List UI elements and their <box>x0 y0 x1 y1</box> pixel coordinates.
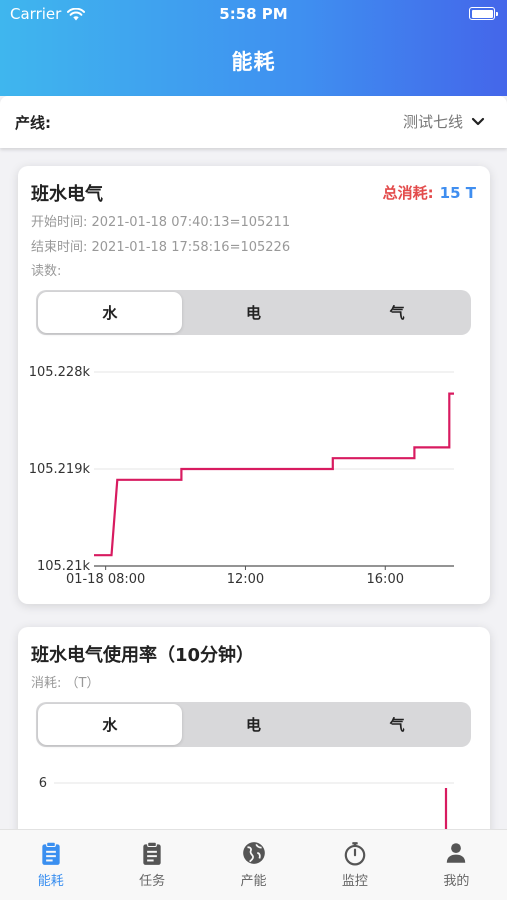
status-time: 5:58 PM <box>219 5 288 23</box>
utility-segmented-control[interactable]: 水 电 气 <box>36 290 471 335</box>
stopwatch-icon <box>344 842 366 866</box>
segment-water[interactable]: 水 <box>38 292 182 333</box>
clipboard-icon <box>42 841 60 865</box>
reading-label: 读数: <box>31 264 62 279</box>
end-time: 结束时间: 2021-01-18 17:58:16=105226 <box>31 240 291 255</box>
total-consumption-value: 15 T <box>439 184 476 202</box>
person-icon <box>447 843 466 863</box>
globe-icon <box>242 842 265 864</box>
bottom-tab-bar: 能耗 任务 产能 监控 我的 <box>0 829 507 900</box>
series-line <box>94 392 454 557</box>
tab-label-energy: 能耗 <box>37 874 64 889</box>
tab-capacity[interactable]: 产能 <box>203 830 304 900</box>
tab-profile[interactable]: 我的 <box>406 830 507 900</box>
chevron-down-icon <box>471 117 485 125</box>
production-line-selector[interactable]: 产线: 测试七线 <box>0 96 507 148</box>
tab-label-tasks: 任务 <box>139 874 166 889</box>
production-line-label: 产线: <box>15 114 51 132</box>
meter-reading-chart: 105.21k105.219k105.228k01-18 08:00 12:00 1… <box>29 365 454 587</box>
y-tick-label: 6 <box>39 776 47 791</box>
segment-electricity[interactable]: 电 <box>182 292 326 333</box>
card-title: 班水电气 <box>31 184 103 205</box>
status-bar: Carrier 5:58 PM <box>0 0 507 28</box>
x-tick-label: 12:00 <box>227 572 264 587</box>
tab-monitor[interactable]: 监控 <box>304 830 405 900</box>
tab-label-capacity: 产能 <box>240 874 267 889</box>
segment-gas[interactable]: 气 <box>325 704 469 745</box>
app-header: Carrier 5:58 PM 能耗 <box>0 0 507 96</box>
tab-label-monitor: 监控 <box>341 874 368 889</box>
start-time: 开始时间: 2021-01-18 07:40:13=105211 <box>31 215 291 230</box>
total-consumption: 总消耗: 15 T <box>383 182 476 203</box>
segment-electricity[interactable]: 电 <box>182 704 326 745</box>
tab-tasks[interactable]: 任务 <box>101 830 202 900</box>
tab-energy[interactable]: 能耗 <box>0 830 101 900</box>
battery-icon <box>469 7 498 20</box>
production-line-dropdown[interactable]: 测试七线 <box>403 111 485 132</box>
total-consumption-label: 总消耗: <box>382 184 434 202</box>
consumption-unit: 消耗: （T） <box>31 676 100 691</box>
card-title: 班水电气使用率（10分钟） <box>31 645 255 666</box>
page-title: 能耗 <box>231 50 276 74</box>
production-line-value: 测试七线 <box>402 113 463 131</box>
x-tick-label: 01-18 08:00 <box>66 572 145 587</box>
energy-summary-card: 班水电气 总消耗: 15 T 开始时间: 2021-01-18 07:40:13=… <box>18 166 490 604</box>
segment-gas[interactable]: 气 <box>325 292 469 333</box>
segment-water[interactable]: 水 <box>38 704 182 745</box>
y-tick-label: 105.219k <box>29 462 91 477</box>
tab-label-profile: 我的 <box>443 874 470 889</box>
task-list-icon <box>143 841 161 865</box>
y-tick-label: 105.228k <box>29 365 91 380</box>
utility-segmented-control[interactable]: 水 电 气 <box>36 702 471 747</box>
x-tick-label: 16:00 <box>367 572 404 587</box>
